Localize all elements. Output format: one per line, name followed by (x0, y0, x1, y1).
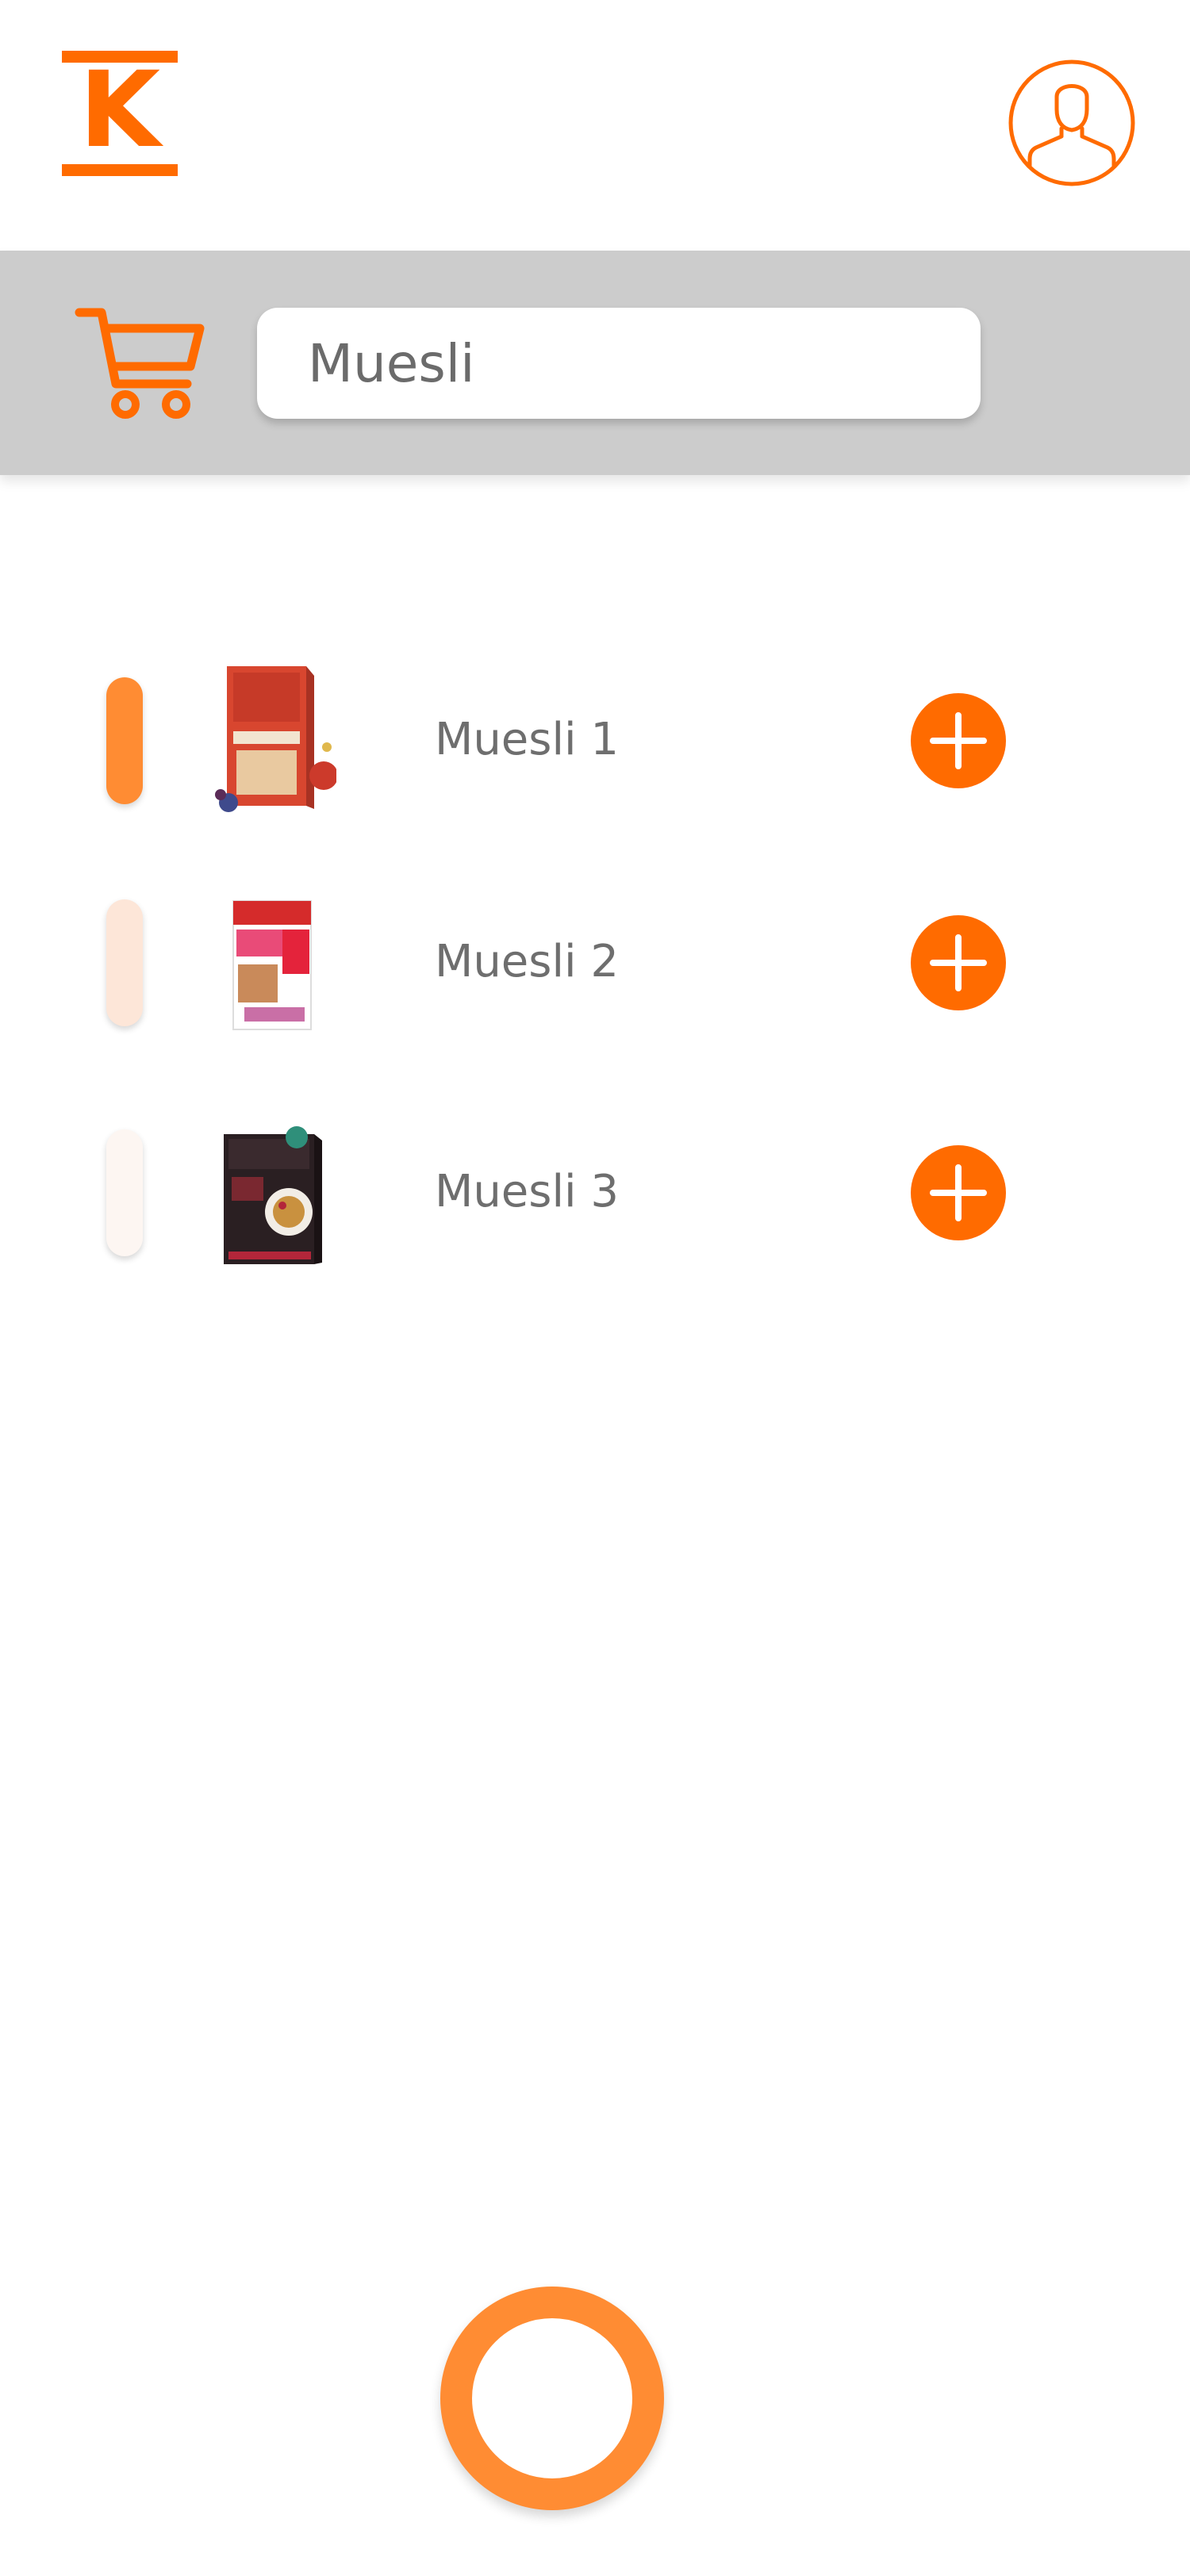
item-name: Muesli 3 (435, 1166, 619, 1217)
kelloggs-fruit-nut-muesli-box-image (232, 900, 312, 1030)
list-item[interactable]: Muesli 2 (0, 887, 1190, 1037)
search-bar (0, 251, 1190, 475)
add-button[interactable] (911, 1145, 1006, 1240)
profile-button[interactable] (1008, 59, 1136, 187)
item-name: Muesli 1 (435, 714, 619, 765)
item-name: Muesli 2 (435, 936, 619, 987)
shopping-cart-icon (75, 308, 205, 419)
carmans-fruit-nut-muesli-box-image (224, 1126, 322, 1264)
search-input[interactable] (257, 308, 981, 419)
list-item[interactable]: Muesli 1 (0, 665, 1190, 815)
plus-icon (930, 712, 987, 769)
selection-indicator[interactable] (106, 1129, 143, 1256)
plus-icon (930, 1164, 987, 1221)
cart-button[interactable] (75, 306, 206, 422)
logo-letter: K (79, 49, 161, 171)
rude-health-muesli-box-image (215, 666, 336, 812)
kesko-logo: K (62, 51, 178, 178)
add-button[interactable] (911, 915, 1006, 1010)
selection-indicator[interactable] (106, 677, 143, 804)
logo-bottom-bar (62, 164, 178, 176)
user-profile-icon (1008, 59, 1135, 186)
record-button[interactable] (440, 2287, 664, 2510)
list-item[interactable]: Muesli 3 (0, 1117, 1190, 1267)
plus-icon (930, 934, 987, 991)
selection-indicator[interactable] (106, 899, 143, 1026)
add-button[interactable] (911, 693, 1006, 788)
